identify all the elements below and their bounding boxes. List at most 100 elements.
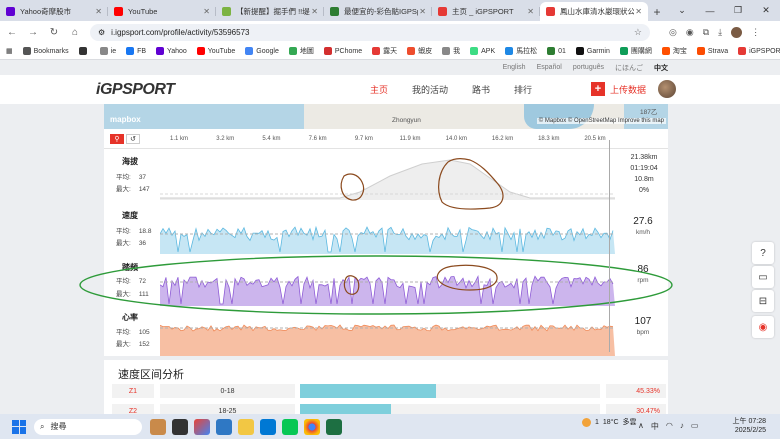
tab-close-icon[interactable]: ✕ xyxy=(311,7,318,16)
line-icon[interactable] xyxy=(282,418,298,435)
bookmark-item[interactable]: iGPSPORT xyxy=(738,47,780,55)
zone-bar xyxy=(300,404,392,414)
zone-bar-track xyxy=(300,384,600,398)
bookmark-item[interactable] xyxy=(78,47,90,55)
bookmark-label: 淘宝 xyxy=(672,48,687,55)
wifi-icon[interactable]: ◠ xyxy=(666,421,673,432)
battery-icon[interactable]: ▭ xyxy=(691,421,699,432)
search-icon: ⌕ xyxy=(40,421,45,431)
bookmark-label: YouTube xyxy=(207,47,236,55)
bookmark-item[interactable]: Google xyxy=(245,47,279,55)
back-icon[interactable]: ← xyxy=(6,27,18,38)
tab-close-icon[interactable]: ✕ xyxy=(203,7,210,16)
download-icon[interactable]: ⤓ xyxy=(718,27,722,38)
reload-icon[interactable]: ↻ xyxy=(48,27,60,38)
forward-icon[interactable]: → xyxy=(27,27,39,38)
bookmark-item[interactable]: APK xyxy=(470,47,495,55)
media-icon[interactable]: ◉ xyxy=(686,27,694,38)
puzzle-icon[interactable]: ⧉ xyxy=(703,27,709,38)
bookmark-item[interactable]: Strava xyxy=(696,47,728,55)
minimize-icon[interactable]: — xyxy=(696,0,724,21)
tab-favicon-icon xyxy=(438,7,447,16)
profile-avatar[interactable] xyxy=(731,26,743,38)
bookmark-star-icon[interactable]: ☆ xyxy=(634,27,642,38)
extension-icon[interactable]: ◎ xyxy=(669,27,677,38)
bookmark-item[interactable]: 馬拉松 xyxy=(505,46,537,56)
excel-icon[interactable] xyxy=(326,418,342,435)
chat-icon[interactable]: ▭ xyxy=(752,266,774,288)
weather-badge: 1 xyxy=(595,418,599,426)
tab-favicon-icon xyxy=(330,7,339,16)
home-icon[interactable]: ⌂ xyxy=(69,27,81,38)
browser-tab[interactable]: 主页 _ iGPSPORT ✕ xyxy=(432,2,540,21)
weather-widget[interactable]: 1 18°C 多雲 xyxy=(582,417,637,427)
browser-tab[interactable]: Yahoo奇摩股市 ✕ xyxy=(0,2,108,21)
url-text: i.igpsport.com/profile/activity/53596573 xyxy=(111,27,250,37)
browser-tab[interactable]: 【新提醒】掘手們 !!堤溝...✕ xyxy=(216,2,324,21)
maximize-icon[interactable]: ❐ xyxy=(724,0,752,21)
bookmark-item[interactable]: FB xyxy=(126,47,146,55)
browser-tab[interactable]: 最便宜的-彩色骷IGPSport...✕ xyxy=(324,2,432,21)
taskbar-clock[interactable]: 上午 07:28 2025/2/25 xyxy=(733,417,766,435)
bookmark-item[interactable]: 淘宝 xyxy=(661,46,687,56)
clock-time: 上午 07:28 xyxy=(732,418,766,425)
tab-close-icon[interactable]: ✕ xyxy=(635,7,642,16)
input-method-icon[interactable]: 中 xyxy=(651,421,659,432)
store-icon[interactable] xyxy=(260,418,276,435)
zone-bar-track xyxy=(300,404,600,414)
bookmark-item[interactable]: PChome xyxy=(323,47,362,55)
bookmark-item[interactable]: 地圖 xyxy=(288,46,314,56)
tab-close-icon[interactable]: ✕ xyxy=(527,7,534,16)
bookmark-item[interactable]: Garmin xyxy=(575,47,610,55)
bookmark-item[interactable]: Yahoo xyxy=(156,47,187,55)
windows-start-icon[interactable] xyxy=(12,419,26,434)
tab-search-icon[interactable]: ⌄ xyxy=(668,0,696,21)
browser-tab[interactable]: YouTube ✕ xyxy=(108,2,216,21)
tab-close-icon[interactable]: ✕ xyxy=(419,7,426,16)
edge-icon[interactable] xyxy=(216,418,232,435)
bookmark-item[interactable]: YouTube xyxy=(196,47,236,55)
question-icon[interactable]: ? xyxy=(752,242,774,264)
windows-taskbar: ⌕ 搜尋 1 18°C 多雲 ∧ 中 ◠ ♪ ▭ 上午 07:28 2025/2… xyxy=(0,414,780,439)
bookmark-item[interactable]: 01 xyxy=(547,47,566,55)
widget-icon[interactable] xyxy=(150,418,166,435)
bookmark-label: Bookmarks xyxy=(33,47,69,55)
zone-bar xyxy=(300,384,436,398)
taskbar-search[interactable]: ⌕ 搜尋 xyxy=(34,418,142,435)
bookmark-label: 地圖 xyxy=(299,48,314,55)
copilot-icon[interactable] xyxy=(194,418,210,435)
speed-zone-card: 速度区间分析 Z1 0-18 45.33% Z2 18-25 30.47% xyxy=(104,360,668,414)
bookmark-item[interactable]: 露天 xyxy=(372,46,397,56)
address-bar[interactable]: ⚙ i.igpsport.com/profile/activity/535965… xyxy=(90,23,650,41)
tab-favicon-icon xyxy=(222,7,231,16)
tab-close-icon[interactable]: ✕ xyxy=(95,7,102,16)
taskbar-apps xyxy=(150,418,342,435)
tray-chevron-icon[interactable]: ∧ xyxy=(638,421,644,432)
bookmark-item[interactable]: Bookmarks xyxy=(22,47,69,55)
new-tab-button[interactable]: + xyxy=(648,2,666,21)
chart-cursor-line xyxy=(609,140,610,352)
browser-tab[interactable]: 鳳山水庫清水巖環狀公園✕ xyxy=(540,2,648,21)
clock-date: 2025/2/25 xyxy=(734,427,766,434)
bookmark-favicon-icon xyxy=(470,47,479,55)
task-view-icon[interactable] xyxy=(172,418,188,435)
weather-icon xyxy=(582,417,591,427)
bookmark-label: Google xyxy=(256,47,279,55)
site-info-icon[interactable]: ⚙ xyxy=(98,28,105,37)
bookmark-label: 蝦皮 xyxy=(418,48,433,55)
menu-icon[interactable]: ⋮ xyxy=(751,27,760,38)
bookmarks-bar: ▦ Bookmarks ie FB Yahoo YouTube Google 地圖 PChom… xyxy=(0,43,780,60)
volume-icon[interactable]: ♪ xyxy=(680,421,684,432)
bookmark-item[interactable]: 我 xyxy=(442,46,460,56)
app-icon[interactable]: ◉ xyxy=(752,316,774,338)
bookmark-favicon-icon xyxy=(99,47,108,55)
bookmark-item[interactable]: 蝦皮 xyxy=(407,46,432,56)
apps-grid-icon[interactable]: ▦ xyxy=(6,47,13,55)
bookmark-favicon-icon xyxy=(661,47,670,55)
chrome-icon[interactable] xyxy=(304,418,320,435)
bookmark-item[interactable]: 團購網 xyxy=(619,46,652,56)
bookmark-item[interactable]: ie xyxy=(99,47,116,55)
book-icon[interactable]: ⊟ xyxy=(752,290,774,312)
close-window-icon[interactable]: ✕ xyxy=(752,0,780,21)
file-explorer-icon[interactable] xyxy=(238,418,254,435)
